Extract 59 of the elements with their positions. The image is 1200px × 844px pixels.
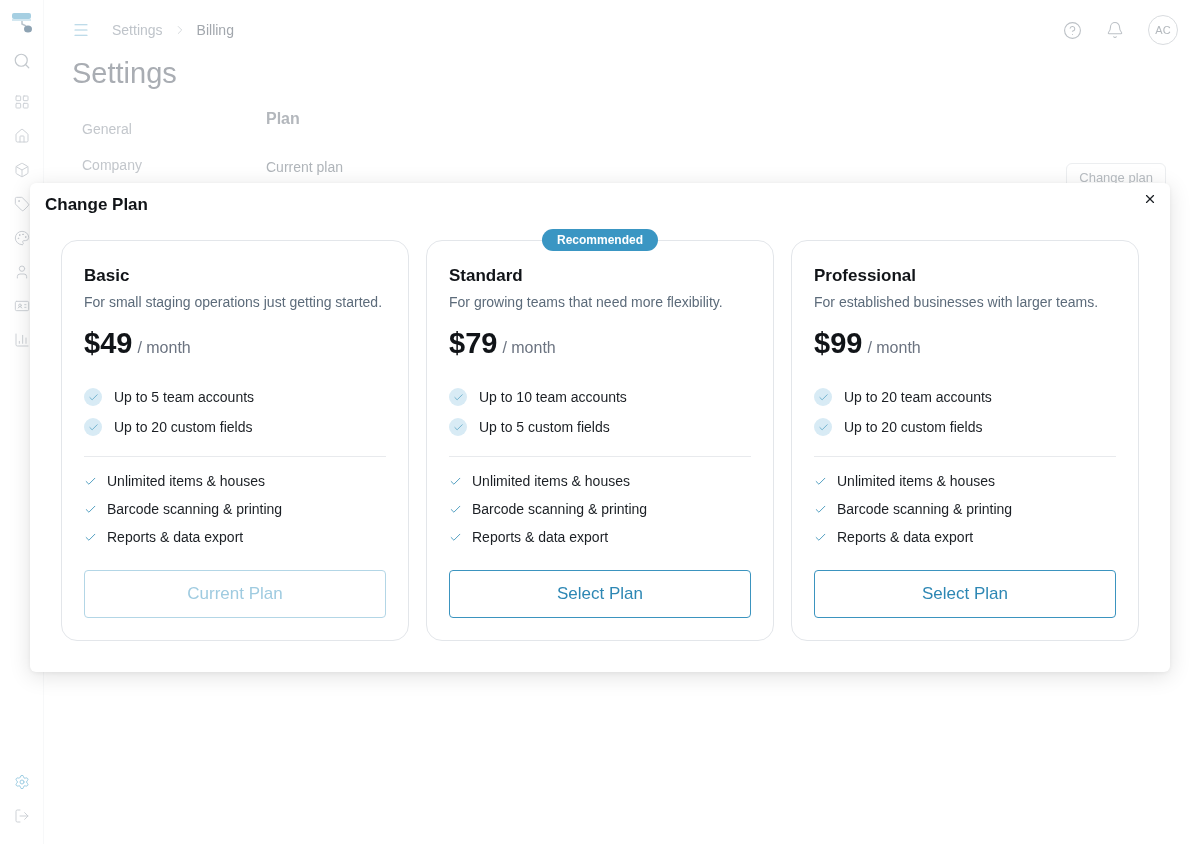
close-icon[interactable] [1143,192,1157,206]
settings-nav-item[interactable]: Company [82,156,142,174]
plan-description: For growing teams that need more flexibility. [449,294,723,311]
plan-feature: Barcode scanning & printing [107,501,283,517]
tag-icon[interactable] [13,196,30,212]
plan-price: $99 [814,326,863,361]
plan-feature: Barcode scanning & printing [837,501,1013,517]
section-title: Plan [266,109,300,129]
home-icon[interactable] [13,128,30,144]
plan-limit: Up to 20 custom fields [114,419,253,435]
plan-feature: Barcode scanning & printing [472,501,648,517]
breadcrumb-link[interactable]: Billing [196,22,234,38]
logo-icon[interactable] [10,12,33,34]
settings-icon[interactable] [13,774,30,790]
plan-limit: Up to 5 custom fields [479,419,610,435]
grid-icon[interactable] [13,94,30,110]
help-icon[interactable] [1063,20,1082,40]
plan-price: $49 [84,326,133,361]
plan-limit: Up to 5 team accounts [114,389,255,405]
plan-feature: Unlimited items & houses [837,473,995,489]
plan-name: Standard [449,266,523,286]
settings-nav-item[interactable]: General [82,120,132,138]
recommended-badge: Recommended [542,229,658,251]
check-circle-icon [449,388,467,406]
check-circle-icon [84,418,102,436]
dialog-title: Change Plan [45,195,148,215]
plan-description: For established businesses with larger teams. [814,294,1099,311]
id-card-icon[interactable] [13,298,30,314]
bar-chart-icon[interactable] [13,332,30,348]
plan-feature: Reports & data export [837,529,974,545]
box-icon[interactable] [13,162,30,178]
page-title: Settings [72,56,177,90]
plan-limit: Up to 20 custom fields [844,419,983,435]
breadcrumb-link[interactable]: Settings [112,22,163,38]
check-circle-icon [814,418,832,436]
logout-icon[interactable] [13,808,30,824]
plan-button[interactable]: Select Plan [814,570,1116,618]
plan-description: For small staging operations just getting started. [84,294,383,311]
plan-feature: Reports & data export [472,529,609,545]
check-circle-icon [814,388,832,406]
search-icon[interactable] [12,52,31,70]
price-period: / month [867,338,921,358]
plan-feature: Reports & data export [107,529,244,545]
plan-feature: Unlimited items & houses [472,473,630,489]
plan-limit: Up to 10 team accounts [479,389,627,405]
palette-icon[interactable] [13,230,30,246]
price-period: / month [502,338,556,358]
bell-icon[interactable] [1106,21,1124,39]
plan-button[interactable]: Select Plan [449,570,751,618]
menu-icon[interactable] [72,21,90,39]
check-circle-icon [449,418,467,436]
plan-name: Professional [814,266,917,286]
check-circle-icon [84,388,102,406]
plan-price: $79 [449,326,498,361]
plan-name: Basic [84,266,130,286]
plan-limit: Up to 20 team accounts [844,389,992,405]
plan-feature: Unlimited items & houses [107,473,265,489]
price-period: / month [137,338,191,358]
current-plan-label: Current plan [266,158,344,176]
